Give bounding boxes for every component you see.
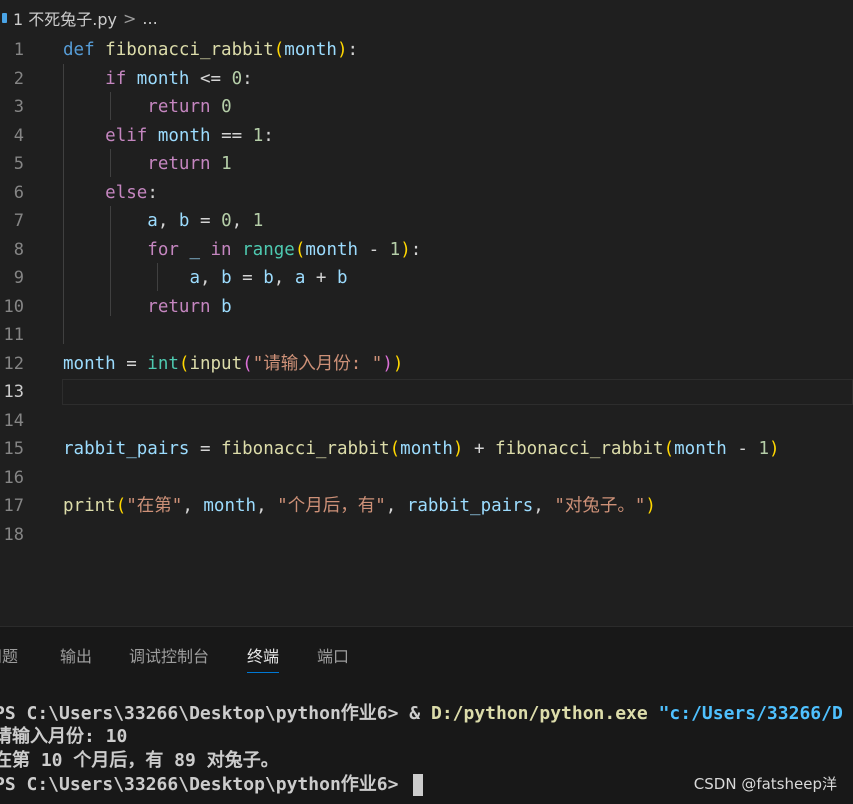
code-line[interactable]: print("在第", month, "个月后，有", rabbit_pairs…	[63, 492, 656, 520]
code-line[interactable]: def fibonacci_rabbit(month):	[63, 36, 358, 64]
code-line[interactable]: month = int(input("请输入月份: "))	[63, 350, 403, 378]
code-line[interactable]: for _ in range(month - 1):	[63, 236, 421, 264]
terminal-line: 在第 10 个月后，有 89 对兔子。	[0, 750, 279, 771]
code-editor[interactable]: 1 def fibonacci_rabbit(month): 2 if mont…	[0, 36, 853, 626]
code-line[interactable]: elif month == 1:	[63, 122, 274, 150]
panel-tabs: 问题 输出 调试控制台 终端 端口	[0, 627, 853, 683]
terminal-line: 请输入月份: 10	[0, 726, 128, 747]
breadcrumb-file[interactable]: 1 不死兔子.py	[13, 6, 117, 30]
line-number: 18	[3, 524, 24, 545]
line-number: 10	[3, 296, 24, 317]
line-number: 6	[13, 182, 24, 203]
line-number: 1	[13, 40, 24, 60]
line-number: 9	[13, 268, 24, 288]
code-line[interactable]: if month <= 0:	[63, 65, 253, 93]
code-line[interactable]: return 0	[63, 93, 231, 121]
line-number: 8	[13, 239, 24, 260]
bottom-panel: 问题 输出 调试控制台 终端 端口 PS C:\Users\33266\Desk…	[0, 626, 853, 804]
line-number: 2	[13, 68, 24, 89]
python-file-icon	[2, 13, 7, 23]
line-number: 14	[3, 410, 24, 431]
line-number: 12	[3, 353, 24, 374]
breadcrumb-more[interactable]: ...	[142, 9, 157, 28]
tab-ports[interactable]: 端口	[317, 644, 349, 672]
line-number: 11	[3, 325, 24, 345]
line-number: 17	[3, 496, 24, 516]
terminal-prompt-line[interactable]: PS C:\Users\33266\Desktop\python作业6>	[0, 773, 424, 797]
watermark: CSDN @fatsheep洋	[693, 775, 837, 793]
tab-output[interactable]: 输出	[60, 644, 92, 672]
line-number: 16	[3, 467, 24, 488]
code-line[interactable]: else:	[63, 179, 158, 207]
code-line[interactable]: return b	[63, 293, 231, 321]
tab-terminal[interactable]: 终端	[247, 644, 280, 673]
line-number: 4	[13, 125, 24, 146]
breadcrumb-chevron-icon: >	[122, 8, 137, 28]
code-line[interactable]: a, b = b, a + b	[63, 264, 347, 292]
line-number: 3	[13, 97, 24, 117]
code-line[interactable]: return 1	[63, 150, 231, 178]
terminal-line: PS C:\Users\33266\Desktop\python作业6> & D…	[0, 703, 843, 724]
tab-problems[interactable]: 问题	[0, 644, 18, 672]
line-number: 15	[3, 439, 24, 459]
line-number-active: 13	[3, 382, 24, 402]
tab-debug-console[interactable]: 调试控制台	[129, 644, 209, 672]
line-number: 5	[13, 154, 24, 174]
terminal-cursor	[413, 774, 424, 796]
code-line[interactable]: rabbit_pairs = fibonacci_rabbit(month) +…	[63, 435, 780, 463]
breadcrumb: 1 不死兔子.py > ...	[0, 0, 853, 36]
line-number: 7	[13, 211, 24, 231]
code-line[interactable]: a, b = 0, 1	[63, 207, 263, 235]
